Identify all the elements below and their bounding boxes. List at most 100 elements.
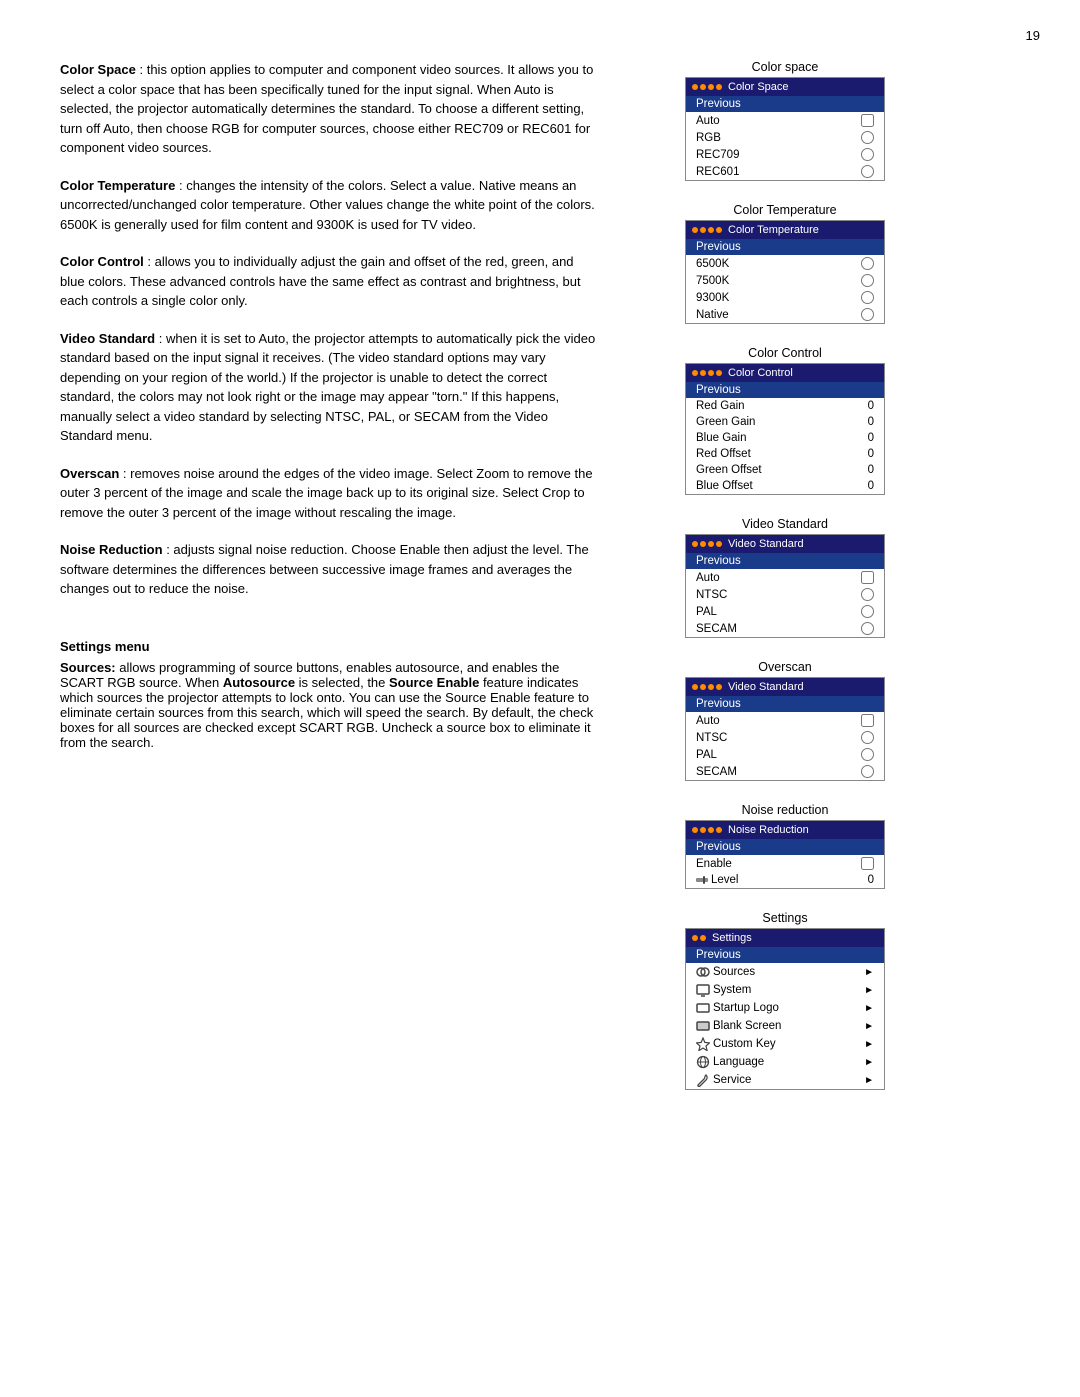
noise-reduction-menu: Noise Reduction Previous Enable Level 0 xyxy=(685,820,885,889)
sources-icon xyxy=(696,965,710,979)
color-temperature-9300k-radio[interactable] xyxy=(861,291,874,304)
settings-previous[interactable]: Previous xyxy=(686,947,884,963)
settings-widget-label: Settings xyxy=(630,911,940,925)
overscan-header: Video Standard xyxy=(686,678,884,696)
settings-custom-key[interactable]: Custom Key ► xyxy=(686,1035,884,1053)
overscan-secam-radio[interactable] xyxy=(861,765,874,778)
color-temperature-7500k[interactable]: 7500K xyxy=(686,272,884,289)
color-space-previous[interactable]: Previous xyxy=(686,96,884,112)
color-temperature-native-radio[interactable] xyxy=(861,308,874,321)
noise-reduction-previous[interactable]: Previous xyxy=(686,839,884,855)
color-temperature-native-label: Native xyxy=(696,309,729,321)
color-temperature-9300k[interactable]: 9300K xyxy=(686,289,884,306)
video-standard-pal-label: PAL xyxy=(696,606,717,618)
color-control-green-gain-label: Green Gain xyxy=(696,416,755,428)
section-color-control: Color Control : allows you to individual… xyxy=(60,252,600,311)
color-control-green-gain[interactable]: Green Gain 0 xyxy=(686,414,884,430)
color-space-auto[interactable]: Auto xyxy=(686,112,884,129)
overscan-secam[interactable]: SECAM xyxy=(686,763,884,780)
color-control-previous-label: Previous xyxy=(696,384,741,396)
noise-reduction-level[interactable]: Level 0 xyxy=(686,872,884,888)
color-space-rec709[interactable]: REC709 xyxy=(686,146,884,163)
noise-reduction-enable-checkbox[interactable] xyxy=(861,857,874,870)
color-control-blue-gain[interactable]: Blue Gain 0 xyxy=(686,430,884,446)
color-temperature-previous-label: Previous xyxy=(696,241,741,253)
noise-reduction-level-value: 0 xyxy=(868,874,874,886)
overscan-pal-radio[interactable] xyxy=(861,748,874,761)
sources-label: Sources: xyxy=(60,660,116,675)
overscan-widget-label: Overscan xyxy=(630,660,940,674)
settings-service[interactable]: Service ► xyxy=(686,1071,884,1089)
color-temperature-6500k-label: 6500K xyxy=(696,258,729,270)
color-control-red-gain[interactable]: Red Gain 0 xyxy=(686,398,884,414)
overscan-dots xyxy=(692,684,722,690)
color-temperature-7500k-radio[interactable] xyxy=(861,274,874,287)
overscan-previous[interactable]: Previous xyxy=(686,696,884,712)
noise-reduction-header-label: Noise Reduction xyxy=(728,824,809,836)
system-icon xyxy=(696,983,710,997)
color-space-rgb[interactable]: RGB xyxy=(686,129,884,146)
color-space-rec601[interactable]: REC601 xyxy=(686,163,884,180)
overscan-ntsc-radio[interactable] xyxy=(861,731,874,744)
video-standard-secam-radio[interactable] xyxy=(861,622,874,635)
video-standard-ntsc[interactable]: NTSC xyxy=(686,586,884,603)
color-temperature-6500k-radio[interactable] xyxy=(861,257,874,270)
settings-custom-key-arrow: ► xyxy=(864,1039,874,1050)
video-standard-auto[interactable]: Auto xyxy=(686,569,884,586)
video-standard-widget-label: Video Standard xyxy=(630,517,940,531)
color-control-red-offset[interactable]: Red Offset 0 xyxy=(686,446,884,462)
noise-reduction-enable[interactable]: Enable xyxy=(686,855,884,872)
settings-startup-logo-label: Startup Logo xyxy=(713,1002,779,1014)
color-space-widget: Color space Color Space Previous Auto RG… xyxy=(630,60,940,181)
color-control-green-offset[interactable]: Green Offset 0 xyxy=(686,462,884,478)
color-control-menu: Color Control Previous Red Gain 0 Green … xyxy=(685,363,885,495)
overscan-ntsc[interactable]: NTSC xyxy=(686,729,884,746)
source-enable-label: Source Enable xyxy=(389,675,479,690)
color-control-previous[interactable]: Previous xyxy=(686,382,884,398)
color-space-rec709-radio[interactable] xyxy=(861,148,874,161)
blank-icon xyxy=(696,1019,710,1033)
color-space-menu: Color Space Previous Auto RGB REC709 xyxy=(685,77,885,181)
color-control-red-offset-label: Red Offset xyxy=(696,448,751,460)
settings-header: Settings xyxy=(686,929,884,947)
video-standard-pal[interactable]: PAL xyxy=(686,603,884,620)
overscan-pal[interactable]: PAL xyxy=(686,746,884,763)
color-temperature-native[interactable]: Native xyxy=(686,306,884,323)
video-standard-pal-radio[interactable] xyxy=(861,605,874,618)
autosource-label: Autosource xyxy=(223,675,295,690)
settings-system[interactable]: System ► xyxy=(686,981,884,999)
color-space-auto-checkbox[interactable] xyxy=(861,114,874,127)
overscan-auto[interactable]: Auto xyxy=(686,712,884,729)
color-control-blue-gain-label: Blue Gain xyxy=(696,432,747,444)
video-standard-menu: Video Standard Previous Auto NTSC PAL xyxy=(685,534,885,638)
color-control-blue-offset-label: Blue Offset xyxy=(696,480,753,492)
settings-blank-screen[interactable]: Blank Screen ► xyxy=(686,1017,884,1035)
settings-language[interactable]: Language ► xyxy=(686,1053,884,1071)
settings-dots xyxy=(692,935,706,941)
video-standard-widget: Video Standard Video Standard Previous A… xyxy=(630,517,940,638)
settings-sources[interactable]: Sources ► xyxy=(686,963,884,981)
left-column: Color Space : this option applies to com… xyxy=(60,60,600,1112)
video-standard-previous[interactable]: Previous xyxy=(686,553,884,569)
video-standard-ntsc-radio[interactable] xyxy=(861,588,874,601)
color-space-rec601-radio[interactable] xyxy=(861,165,874,178)
settings-sources-arrow: ► xyxy=(864,967,874,978)
color-temperature-previous[interactable]: Previous xyxy=(686,239,884,255)
video-standard-secam[interactable]: SECAM xyxy=(686,620,884,637)
color-temperature-6500k[interactable]: 6500K xyxy=(686,255,884,272)
overscan-header-label: Video Standard xyxy=(728,681,804,693)
overscan-auto-checkbox[interactable] xyxy=(861,714,874,727)
video-standard-secam-label: SECAM xyxy=(696,623,737,635)
color-control-blue-offset[interactable]: Blue Offset 0 xyxy=(686,478,884,494)
page-number: 19 xyxy=(1026,28,1040,43)
section-title-noise-reduction: Noise Reduction xyxy=(60,542,163,557)
section-body-color-space: : this option applies to computer and co… xyxy=(60,62,593,155)
settings-blank-screen-arrow: ► xyxy=(864,1021,874,1032)
color-space-rgb-label: RGB xyxy=(696,132,721,144)
settings-startup-logo[interactable]: Startup Logo ► xyxy=(686,999,884,1017)
color-space-header-label: Color Space xyxy=(728,81,789,93)
logo-icon xyxy=(696,1001,710,1015)
video-standard-auto-checkbox[interactable] xyxy=(861,571,874,584)
color-space-rgb-radio[interactable] xyxy=(861,131,874,144)
noise-reduction-dots xyxy=(692,827,722,833)
